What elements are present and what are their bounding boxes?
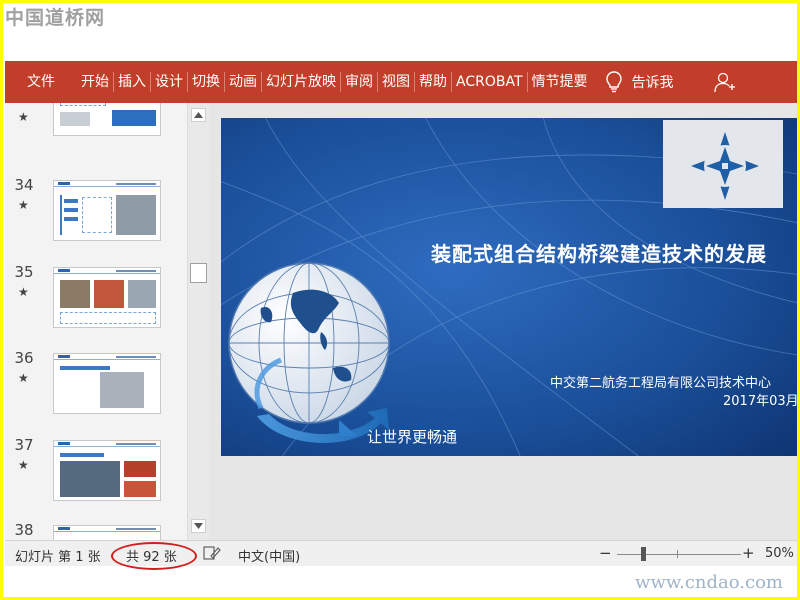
watermark-bottom: www.cndao.com xyxy=(635,572,783,593)
thumbnail-item[interactable]: 33 ★ xyxy=(5,103,187,163)
tab-view[interactable]: 视图 xyxy=(378,61,414,103)
zoom-out-button[interactable]: − xyxy=(599,544,612,562)
thumbnail-number: 37 xyxy=(14,436,34,454)
thumbnail-slide[interactable] xyxy=(53,267,161,328)
scroll-down-button[interactable] xyxy=(191,519,206,533)
thumbnail-item[interactable]: 34 ★ xyxy=(5,176,187,256)
triangle-up-icon xyxy=(194,112,203,118)
thumbnail-number: 35 xyxy=(14,263,34,281)
triangle-down-icon xyxy=(194,523,203,529)
tab-transitions[interactable]: 切换 xyxy=(188,61,224,103)
share-user-icon[interactable] xyxy=(713,71,736,93)
lightbulb-icon xyxy=(605,71,622,93)
animation-star-icon: ★ xyxy=(18,285,29,299)
scrollbar-thumb[interactable] xyxy=(190,263,207,283)
thumbnail-item[interactable]: 37 ★ xyxy=(5,436,187,516)
tab-insert[interactable]: 插入 xyxy=(114,61,150,103)
company-logo-box xyxy=(663,120,783,208)
thumbnail-number: 34 xyxy=(14,176,34,194)
tab-slideshow[interactable]: 幻灯片放映 xyxy=(262,61,340,103)
tab-home[interactable]: 开始 xyxy=(77,61,113,103)
thumbnail-slide[interactable] xyxy=(53,180,161,241)
tab-file[interactable]: 文件 xyxy=(5,61,69,103)
animation-star-icon: ★ xyxy=(18,458,29,472)
slide-thumbnail-pane: 33 ★ 34 ★ 35 xyxy=(5,103,187,540)
tab-help[interactable]: 帮助 xyxy=(415,61,451,103)
animation-star-icon: ★ xyxy=(18,371,29,385)
slide-editing-area: 装配式组合结构桥梁建造技术的发展 中交第二航务工程局有限公司技术中心 2017年… xyxy=(209,103,797,540)
thumbnail-number: 38 xyxy=(14,521,34,539)
scroll-up-button[interactable] xyxy=(191,108,206,122)
animation-star-icon: ★ xyxy=(18,198,29,212)
animation-star-icon: ★ xyxy=(18,110,29,124)
ribbon-tabs: 文件 开始 插入 设计 切换 动画 幻灯片放映 审阅 视图 帮助 ACROBAT… xyxy=(5,61,797,103)
tab-storyboard[interactable]: 情节提要 xyxy=(528,61,592,103)
highlight-circle xyxy=(111,542,197,570)
thumbnail-slide[interactable] xyxy=(53,353,161,414)
status-bar: 幻灯片 第 1 张 共 92 张 中文(中国) − + 50% xyxy=(5,540,797,570)
thumbnail-slide[interactable] xyxy=(53,525,161,540)
tab-review[interactable]: 审阅 xyxy=(341,61,377,103)
thumbnail-slide[interactable] xyxy=(53,103,161,136)
zoom-in-button[interactable]: + xyxy=(742,544,755,562)
tab-animations[interactable]: 动画 xyxy=(225,61,261,103)
tab-design[interactable]: 设计 xyxy=(151,61,187,103)
screenshot-frame: 中国道桥网 文件 开始 插入 设计 切换 动画 幻灯片放映 审阅 视图 帮助 A… xyxy=(3,3,797,597)
zoom-slider-thumb[interactable] xyxy=(641,547,646,561)
slide-indicator[interactable]: 幻灯片 第 1 张 xyxy=(15,546,101,565)
zoom-level[interactable]: 50% xyxy=(765,546,794,561)
ccc-logo xyxy=(663,120,783,208)
slide-date[interactable]: 2017年03月 xyxy=(723,390,797,409)
language-indicator[interactable]: 中文(中国) xyxy=(238,546,300,565)
thumbnail-item[interactable]: 36 ★ xyxy=(5,349,187,429)
thumbnail-number: 36 xyxy=(14,349,34,367)
tell-me-box[interactable]: 告诉我 xyxy=(605,61,674,103)
zoom-slider-track[interactable] xyxy=(617,554,741,555)
spell-check-icon[interactable] xyxy=(203,545,221,561)
slide-company[interactable]: 中交第二航务工程局有限公司技术中心 xyxy=(550,372,771,391)
thumbnail-item[interactable]: 38 xyxy=(5,521,187,540)
current-slide[interactable]: 装配式组合结构桥梁建造技术的发展 中交第二航务工程局有限公司技术中心 2017年… xyxy=(221,118,797,456)
slide-title[interactable]: 装配式组合结构桥梁建造技术的发展 xyxy=(431,238,767,267)
thumbnail-slide[interactable] xyxy=(53,440,161,501)
tell-me-label: 告诉我 xyxy=(631,75,674,91)
slide-slogan[interactable]: 让世界更畅通 xyxy=(367,426,457,447)
tab-acrobat[interactable]: ACROBAT xyxy=(452,61,527,103)
globe-illustration xyxy=(228,262,390,424)
thumbnail-item[interactable]: 35 ★ xyxy=(5,263,187,343)
watermark-top: 中国道桥网 xyxy=(5,7,106,29)
zoom-slider-midmark xyxy=(677,550,678,558)
thumbnail-scrollbar[interactable] xyxy=(187,103,209,540)
